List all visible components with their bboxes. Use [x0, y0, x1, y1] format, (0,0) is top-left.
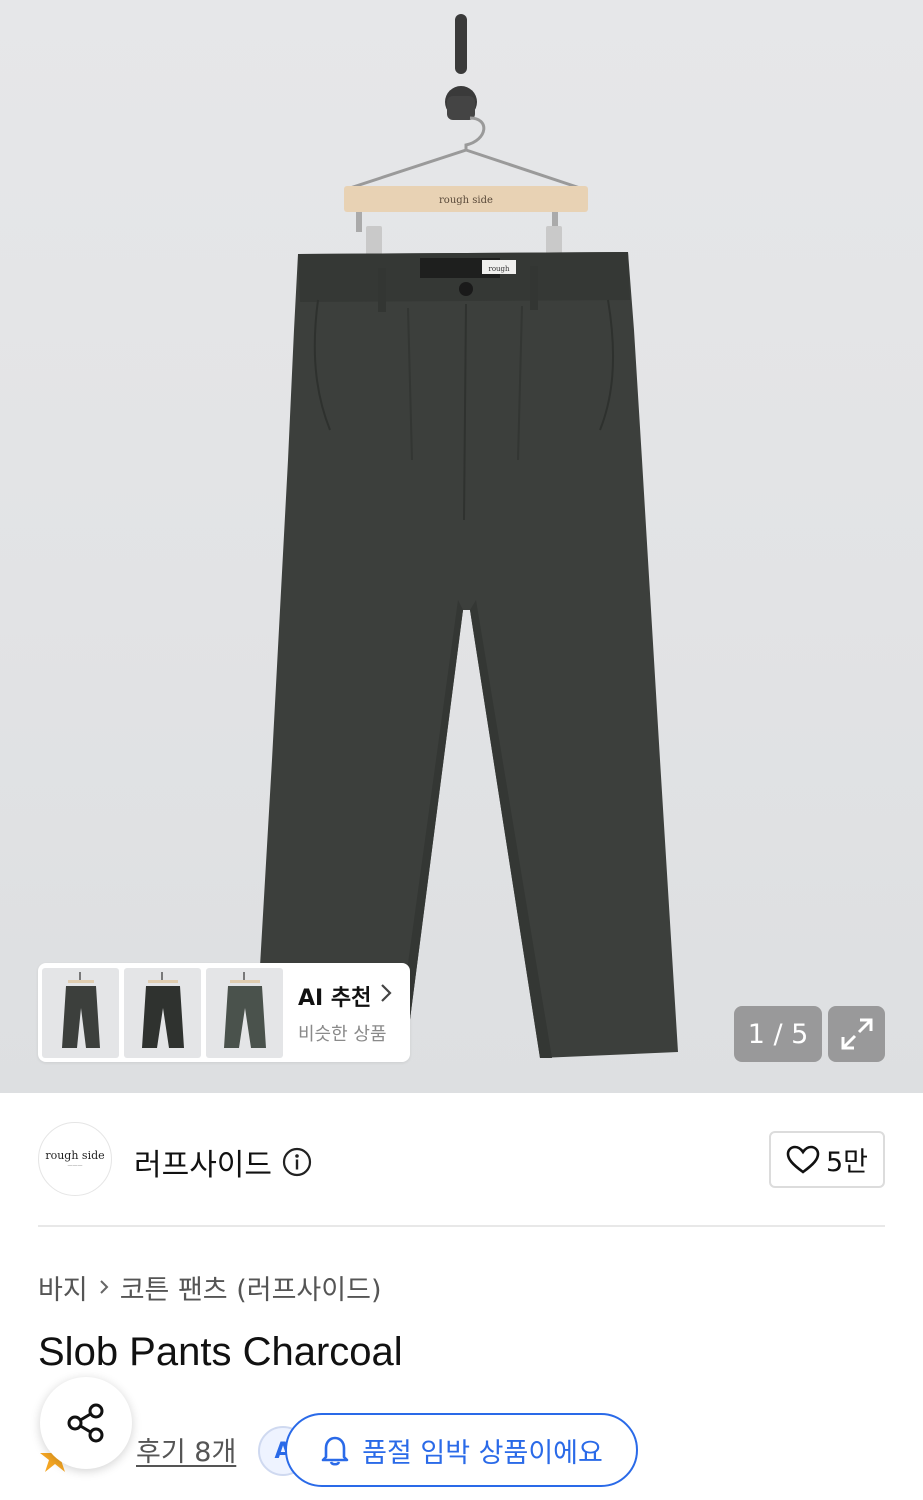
- breadcrumb-category[interactable]: 바지: [38, 1268, 88, 1307]
- breadcrumb: 바지 코튼 팬츠 (러프사이드): [38, 1268, 381, 1307]
- chevron-right-icon: [98, 1274, 110, 1302]
- product-image-gallery[interactable]: rough side rough AI 추천 비슷한 상품 1 / 5: [0, 0, 923, 1093]
- breadcrumb-subcategory[interactable]: 코튼 팬츠 (러프사이드): [120, 1268, 382, 1307]
- similar-thumbnail-1[interactable]: [42, 967, 119, 1058]
- brand-name: 러프사이드: [134, 1148, 272, 1183]
- heart-icon: [786, 1145, 820, 1174]
- info-icon[interactable]: [282, 1147, 312, 1177]
- similar-thumbnail-2[interactable]: [124, 967, 201, 1058]
- brand-logo[interactable]: rough side ———: [38, 1122, 112, 1196]
- image-pager: 1 / 5: [734, 1006, 822, 1062]
- waist-tag: rough: [488, 265, 510, 273]
- brand-name-link[interactable]: 러프사이드: [134, 1140, 312, 1184]
- ai-recommendation-subtitle: 비슷한 상품: [298, 1023, 387, 1045]
- chevron-right-icon: [379, 983, 393, 1008]
- bell-icon: [321, 1436, 349, 1466]
- product-title: Slob Pants Charcoal: [38, 1330, 403, 1374]
- restock-alert-button[interactable]: 품절 임박 상품이에요: [285, 1413, 638, 1487]
- brand-row: rough side ——— 러프사이드 5만: [38, 1122, 885, 1196]
- ai-recommendation-text[interactable]: AI 추천 비슷한 상품: [298, 980, 393, 1046]
- share-icon: [67, 1403, 104, 1443]
- expand-image-button[interactable]: [828, 1006, 885, 1062]
- ai-recommendation-card[interactable]: AI 추천 비슷한 상품: [38, 963, 410, 1062]
- hanger-label: rough side: [439, 195, 493, 206]
- product-photo: rough side rough: [255, 14, 678, 1058]
- share-button[interactable]: [40, 1377, 132, 1469]
- expand-icon: [841, 1018, 872, 1050]
- like-button[interactable]: 5만: [769, 1131, 885, 1188]
- ai-recommendation-title: AI 추천: [298, 985, 372, 1011]
- brand-logo-text: rough side: [45, 1149, 105, 1162]
- similar-thumbnail-3[interactable]: [206, 967, 283, 1058]
- review-count-link[interactable]: 후기 8개: [136, 1430, 236, 1469]
- like-count: 5만: [825, 1147, 869, 1178]
- brand-logo-sub: ———: [67, 1163, 83, 1169]
- restock-alert-label: 품절 임박 상품이에요: [362, 1437, 603, 1469]
- divider: [38, 1225, 885, 1227]
